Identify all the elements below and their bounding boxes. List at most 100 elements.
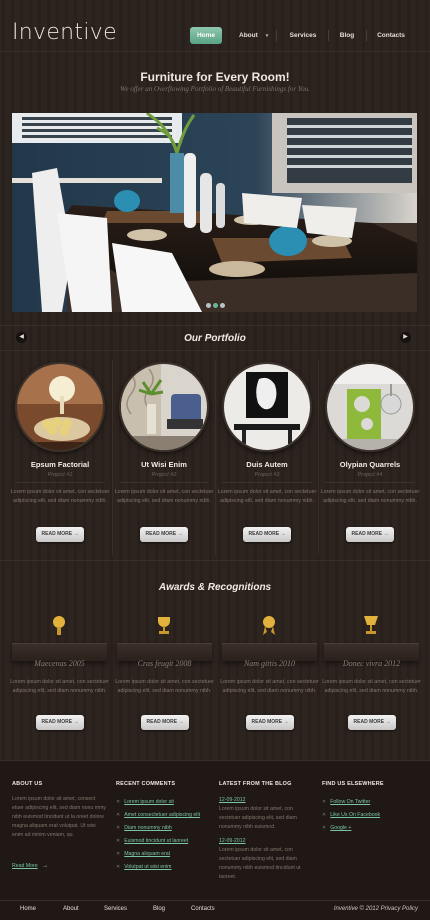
comment-link[interactable]: ✕ Amet consectetuer adipiscing elit bbox=[116, 809, 211, 822]
bullet-icon: ✕ bbox=[322, 812, 327, 818]
cup-icon bbox=[364, 616, 378, 634]
award-title: Maecenas 2005 bbox=[34, 659, 85, 668]
read-more-label: READ MORE bbox=[251, 719, 283, 725]
bottom-bar: Home About Services Blog Contacts Invent… bbox=[0, 900, 430, 920]
bullet-icon: ✕ bbox=[116, 851, 121, 857]
nav-contacts[interactable]: Contacts bbox=[376, 27, 406, 44]
slider-dot-active[interactable] bbox=[212, 303, 218, 308]
read-more-label: READ MORE bbox=[353, 719, 385, 725]
read-more-button[interactable]: READ MORE → bbox=[140, 527, 188, 542]
read-more-label: Read More bbox=[12, 863, 38, 869]
award-text: Lorem ipsum dolor sit amet, con sectetue… bbox=[10, 679, 109, 694]
header: Inventive Home About ▾ Services Blog Cont… bbox=[0, 0, 430, 52]
comment-link-label: Amet consectetuer adipiscing elit bbox=[124, 812, 201, 818]
comment-link-label: Volutpat ut wisi enim bbox=[124, 864, 172, 870]
portfolio-item-project: Project #4 bbox=[357, 472, 383, 478]
nav-home[interactable]: Home bbox=[190, 27, 222, 44]
site-logo[interactable]: Inventive bbox=[12, 20, 117, 45]
bullet-icon: ✕ bbox=[322, 799, 327, 805]
read-more-label: READ MORE bbox=[351, 531, 383, 537]
google-plus-link-label: Google + bbox=[330, 825, 352, 831]
twitter-link-label: Follow On Twitter bbox=[330, 799, 371, 805]
portfolio-item-title: Duis Autem bbox=[246, 460, 288, 469]
comment-link-label: Euismod tincidunt ut laoreet bbox=[124, 838, 189, 844]
comment-link[interactable]: ✕ Volutpat ut wisi enim bbox=[116, 861, 211, 874]
footer-about-text: Lorem ipsum dolor sit amet, consect etue… bbox=[12, 796, 106, 838]
portfolio-item-text: Lorem ipsum dolor sit amet, con sectetue… bbox=[320, 489, 420, 504]
nav-blog[interactable]: Blog bbox=[337, 27, 357, 44]
portfolio-image[interactable] bbox=[222, 362, 312, 452]
portfolio-item: Ut Wisi Enim Project #2 Lorem ipsum dolo… bbox=[115, 362, 213, 542]
read-more-button[interactable]: READ MORE → bbox=[246, 715, 294, 730]
footer-nav-services[interactable]: Services bbox=[104, 906, 127, 912]
blog-post-date[interactable]: 12-09-2012 bbox=[219, 797, 314, 803]
arrow-right-icon: → bbox=[280, 531, 286, 537]
slider-dot[interactable] bbox=[219, 303, 225, 308]
portfolio-item: Duis Autem Project #3 Lorem ipsum dolor … bbox=[218, 362, 316, 542]
portfolio-item-text: Lorem ipsum dolor sit amet, con sectetue… bbox=[217, 489, 317, 504]
portfolio-image[interactable] bbox=[325, 362, 415, 452]
footer-nav-home[interactable]: Home bbox=[20, 906, 36, 912]
read-more-button[interactable]: READ MORE → bbox=[36, 715, 84, 730]
nav-divider bbox=[276, 30, 277, 41]
arrow-right-icon: → bbox=[177, 531, 183, 537]
footer-elsewhere: FIND US ELSEWHERE ✕ Follow On Twitter ✕ Li… bbox=[322, 781, 417, 835]
column-divider bbox=[215, 360, 216, 555]
footer: ABOUT US Lorem ipsum dolor sit amet, con… bbox=[0, 760, 430, 920]
footer-about: ABOUT US Lorem ipsum dolor sit amet, con… bbox=[12, 781, 107, 872]
hero-slider-image bbox=[12, 113, 417, 312]
social-list: ✕ Follow On Twitter ✕ Like Us On Facebook … bbox=[322, 796, 417, 835]
arrow-right-icon: → bbox=[178, 719, 184, 725]
column-divider bbox=[112, 360, 113, 555]
read-more-button[interactable]: READ MORE → bbox=[348, 715, 396, 730]
portfolio-image[interactable] bbox=[15, 362, 105, 452]
twitter-link[interactable]: ✕ Follow On Twitter bbox=[322, 796, 417, 809]
awards-title: Awards & Recognitions bbox=[158, 582, 272, 593]
copyright: Inventive © 2012 Privacy Policy bbox=[333, 906, 418, 912]
divider bbox=[119, 482, 209, 483]
slider-dot[interactable] bbox=[205, 303, 211, 308]
blog-post-date[interactable]: 12-09-2012 bbox=[219, 838, 314, 844]
divider bbox=[0, 325, 430, 326]
facebook-link[interactable]: ✕ Like Us On Facebook bbox=[322, 809, 417, 822]
divider bbox=[222, 482, 312, 483]
arrow-right-icon: → bbox=[73, 531, 79, 537]
award-text: Lorem ipsum dolor sit amet, con sectetue… bbox=[322, 679, 421, 694]
comment-link-label: Diam nonummy nibh bbox=[124, 825, 172, 831]
comment-link[interactable]: ✕ Lorem ipsum dolor sit bbox=[116, 796, 211, 809]
read-more-button[interactable]: READ MORE → bbox=[243, 527, 291, 542]
footer-nav-contacts[interactable]: Contacts bbox=[191, 906, 215, 912]
arrow-right-icon: → bbox=[73, 719, 79, 725]
portfolio-item-project: Project #2 bbox=[151, 472, 177, 478]
footer-nav-blog[interactable]: Blog bbox=[153, 906, 165, 912]
read-more-link[interactable]: Read More → bbox=[12, 854, 107, 872]
chevron-down-icon: ▾ bbox=[265, 33, 269, 39]
nav-divider bbox=[328, 30, 329, 41]
read-more-button[interactable]: READ MORE → bbox=[141, 715, 189, 730]
footer-comments: RECENT COMMENTS ✕ Lorem ipsum dolor sit ✕… bbox=[116, 781, 211, 874]
nav-services[interactable]: Services bbox=[288, 27, 318, 44]
rosette-icon bbox=[263, 616, 275, 635]
divider bbox=[15, 482, 105, 483]
read-more-button[interactable]: READ MORE → bbox=[346, 527, 394, 542]
portfolio-item-title: Olypian Quarrels bbox=[339, 460, 401, 469]
hero-subtitle: We offer an Overflowing Portfolio of Bea… bbox=[120, 85, 310, 93]
bullet-icon: ✕ bbox=[116, 799, 121, 805]
award-title: Cras feugit 2008 bbox=[137, 659, 192, 668]
arrow-right-icon: → bbox=[42, 863, 49, 869]
nav-about[interactable]: About ▾ bbox=[239, 27, 268, 44]
footer-nav-about[interactable]: About bbox=[63, 906, 79, 912]
portfolio-item-text: Lorem ipsum dolor sit amet, con sectetue… bbox=[10, 489, 110, 504]
read-more-button[interactable]: READ MORE → bbox=[36, 527, 84, 542]
comment-link-label: Lorem ipsum dolor sit bbox=[124, 799, 174, 805]
hero-title: Furniture for Every Room! bbox=[140, 70, 290, 84]
portfolio-title: Our Portfolio bbox=[184, 333, 246, 344]
comment-link[interactable]: ✕ Diam nonummy nibh bbox=[116, 822, 211, 835]
portfolio-image[interactable] bbox=[119, 362, 209, 452]
chevron-right-icon[interactable]: ▶ bbox=[400, 332, 411, 343]
comment-link[interactable]: ✕ Magna aliquam erat bbox=[116, 848, 211, 861]
comment-link[interactable]: ✕ Euismod tincidunt ut laoreet bbox=[116, 835, 211, 848]
bullet-icon: ✕ bbox=[116, 838, 121, 844]
blog-post-text: Lorem ipsum dolor sit amet, con sectetue… bbox=[219, 806, 297, 830]
google-plus-link[interactable]: ✕ Google + bbox=[322, 822, 417, 835]
